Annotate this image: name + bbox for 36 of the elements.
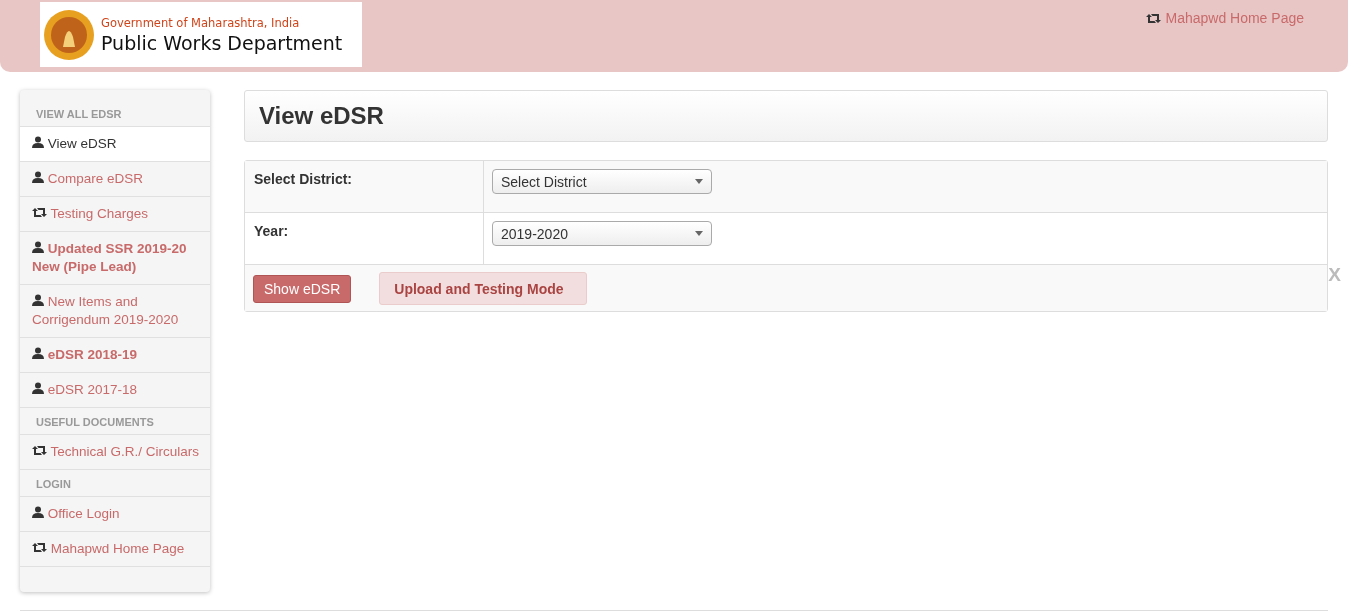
retweet-icon [32,207,47,218]
user-icon [32,382,44,394]
logo-subtitle: Government of Maharashtra, India [101,15,301,30]
sidebar-section-heading: LOGIN [20,476,210,497]
sidebar-item[interactable]: eDSR 2018-19 [20,338,210,373]
user-icon [32,136,44,148]
caret-icon [695,179,703,184]
user-icon [32,241,44,253]
sidebar-section-heading: USEFUL DOCUMENTS [20,414,210,435]
sidebar-item[interactable]: View eDSR [20,127,210,162]
retweet-icon [32,542,47,553]
field-label: Select District: [253,170,354,189]
sidebar-item[interactable]: eDSR 2017-18 [20,373,210,408]
sidebar-item[interactable]: New Items and Corrigendum 2019-2020 [20,285,210,338]
page-title: View eDSR [259,102,384,130]
user-icon [32,171,44,183]
sidebar-item[interactable]: Office Login [20,497,210,532]
select-dropdown[interactable]: 2019-2020 [492,221,712,246]
show-button[interactable]: Show eDSR [253,274,352,303]
sidebar-item[interactable]: Mahapwd Home Page [20,532,210,567]
select-dropdown[interactable]: Select District [492,169,712,194]
user-icon [32,347,44,359]
field-label: Year: [253,222,290,241]
retweet-icon [32,445,47,456]
sidebar-item[interactable]: Compare eDSR [20,162,210,197]
alert-message: Upload and Testing Mode [379,272,588,305]
close-button[interactable]: X [1328,264,1341,286]
user-icon [32,294,44,306]
home-page-link[interactable]: Mahapwd Home Page [1146,8,1304,28]
caret-icon [695,231,703,236]
sidebar-item[interactable]: Testing Charges [20,197,210,232]
retweet-icon [1146,12,1162,24]
sidebar-item[interactable]: Technical G.R./ Circulars [20,435,210,470]
logo-title: Public Works Department [101,31,343,54]
sidebar-item[interactable]: Updated SSR 2019-20 New (Pipe Lead) [20,232,210,285]
user-icon [32,506,44,518]
